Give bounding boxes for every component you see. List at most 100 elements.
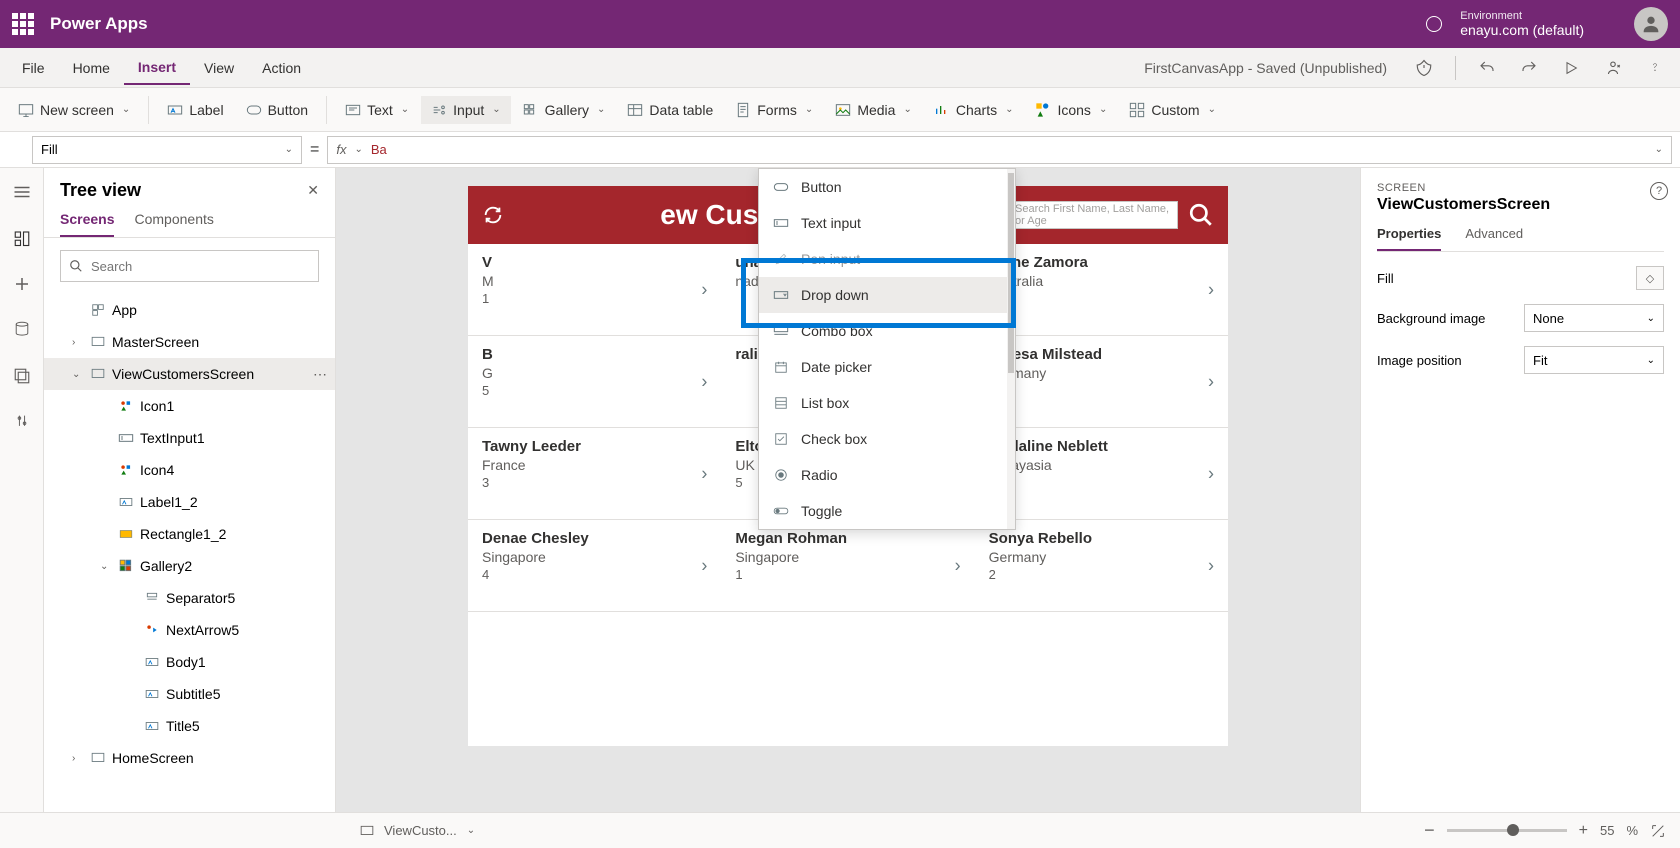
tree-node[interactable]: Label1_2⋯	[44, 486, 335, 518]
tab-properties[interactable]: Properties	[1377, 226, 1441, 251]
zoom-out-icon[interactable]: −	[1424, 820, 1435, 841]
chevron-right-icon[interactable]: ›	[1208, 371, 1214, 392]
formula-input[interactable]: fx ⌄ Ba ⌄	[327, 136, 1672, 164]
environment-picker[interactable]: Environment enayu.com (default)	[1460, 10, 1584, 38]
icons-menu[interactable]: Icons⌄	[1025, 96, 1117, 124]
app-launcher-icon[interactable]	[12, 13, 34, 35]
media-menu[interactable]: Media⌄	[825, 96, 922, 124]
custom-menu[interactable]: Custom⌄	[1119, 96, 1226, 124]
forms-menu[interactable]: Forms⌄	[725, 96, 823, 124]
zoom-in-icon[interactable]: +	[1579, 822, 1588, 840]
menu-view[interactable]: View	[190, 52, 248, 84]
property-selector[interactable]: Fill ⌄	[32, 136, 302, 164]
chevron-right-icon[interactable]: ›	[1208, 279, 1214, 300]
chevron-right-icon[interactable]: ›	[701, 555, 707, 576]
tree-node[interactable]: App⋯	[44, 294, 335, 326]
rail-advanced-icon[interactable]	[8, 408, 36, 436]
charts-menu[interactable]: Charts⌄	[924, 96, 1024, 124]
dropdown-item-pen[interactable]: Pen input	[759, 241, 1015, 277]
chevron-right-icon[interactable]: ›	[1208, 555, 1214, 576]
tree-node[interactable]: ⌄ViewCustomersScreen⋯	[44, 358, 335, 390]
new-screen-button[interactable]: New screen⌄	[8, 96, 140, 124]
rail-insert-icon[interactable]	[8, 270, 36, 298]
gallery-menu[interactable]: Gallery⌄	[513, 96, 616, 124]
chevron-right-icon[interactable]: ›	[701, 463, 707, 484]
tree-node[interactable]: ⌄Gallery2⋯	[44, 550, 335, 582]
tree-node[interactable]: ›MasterScreen⋯	[44, 326, 335, 358]
input-menu[interactable]: Input⌄	[421, 96, 511, 124]
canvas-search-input[interactable]: Search First Name, Last Name, or Age	[1008, 201, 1178, 229]
tree-node[interactable]: TextInput1⋯	[44, 422, 335, 454]
tree-node[interactable]: Body1⋯	[44, 646, 335, 678]
tree-node[interactable]: ›HomeScreen⋯	[44, 742, 335, 774]
fill-color-picker[interactable]: ◇	[1636, 266, 1664, 290]
refresh-icon[interactable]	[482, 204, 504, 226]
image-position-select[interactable]: Fit⌄	[1524, 346, 1664, 374]
redo-icon[interactable]	[1512, 51, 1546, 85]
dropdown-item-textinput[interactable]: Text input	[759, 205, 1015, 241]
tree-search-input[interactable]	[91, 259, 310, 274]
help-icon[interactable]	[1638, 51, 1672, 85]
play-icon[interactable]	[1554, 51, 1588, 85]
chevron-down-icon[interactable]: ⌄	[72, 369, 84, 380]
dropdown-item-check[interactable]: Check box	[759, 421, 1015, 457]
menu-home[interactable]: Home	[59, 52, 124, 84]
dropdown-item-toggle[interactable]: Toggle	[759, 493, 1015, 529]
undo-icon[interactable]	[1470, 51, 1504, 85]
dropdown-item-radio[interactable]: Radio	[759, 457, 1015, 493]
tree-node[interactable]: Subtitle5⋯	[44, 678, 335, 710]
customer-card[interactable]: Megan RohmanSingapore1›	[721, 520, 974, 612]
rail-media-icon[interactable]	[8, 362, 36, 390]
tree-node[interactable]: NextArrow5⋯	[44, 614, 335, 646]
customer-card[interactable]: Denae ChesleySingapore4›	[468, 520, 721, 612]
dropdown-item-date[interactable]: Date picker	[759, 349, 1015, 385]
text-menu[interactable]: Text⌄	[335, 96, 419, 124]
fit-to-screen-icon[interactable]	[1650, 823, 1666, 839]
bg-image-select[interactable]: None⌄	[1524, 304, 1664, 332]
dropdown-scrollbar[interactable]	[1007, 169, 1015, 529]
close-icon[interactable]: ✕	[307, 182, 319, 199]
share-icon[interactable]	[1596, 51, 1630, 85]
menu-action[interactable]: Action	[248, 52, 315, 84]
rail-data-icon[interactable]	[8, 316, 36, 344]
dropdown-item-list[interactable]: List box	[759, 385, 1015, 421]
rail-hamburger-icon[interactable]	[8, 178, 36, 206]
customer-card[interactable]: VM1›	[468, 244, 721, 336]
tree-node[interactable]: Rectangle1_2⋯	[44, 518, 335, 550]
button-button[interactable]: Button	[236, 96, 318, 124]
help-icon[interactable]: ?	[1650, 182, 1668, 200]
tree-node[interactable]: Icon1⋯	[44, 390, 335, 422]
chevron-right-icon[interactable]: ›	[701, 279, 707, 300]
label-button[interactable]: Label	[157, 96, 233, 124]
chevron-right-icon[interactable]: ›	[72, 753, 84, 764]
user-avatar[interactable]	[1634, 7, 1668, 41]
menu-insert[interactable]: Insert	[124, 51, 190, 85]
chevron-right-icon[interactable]: ›	[1208, 463, 1214, 484]
chevron-right-icon[interactable]: ›	[701, 371, 707, 392]
zoom-slider[interactable]	[1447, 829, 1567, 832]
customer-card[interactable]: Tawny LeederFrance3›	[468, 428, 721, 520]
tree-node[interactable]: Icon4⋯	[44, 454, 335, 486]
tab-advanced[interactable]: Advanced	[1465, 226, 1523, 251]
tab-components[interactable]: Components	[134, 211, 213, 237]
dropdown-item-button[interactable]: Button	[759, 169, 1015, 205]
selection-breadcrumb[interactable]: ViewCusto...	[384, 823, 457, 838]
chevron-right-icon[interactable]: ›	[955, 555, 961, 576]
chevron-right-icon[interactable]: ›	[72, 337, 84, 348]
tree-node[interactable]: Separator5⋯	[44, 582, 335, 614]
dropdown-item-dropdown[interactable]: Drop down	[759, 277, 1015, 313]
chevron-down-icon[interactable]: ⌄	[100, 561, 112, 572]
customer-card[interactable]: Sonya RebelloGermany2›	[975, 520, 1228, 612]
more-icon[interactable]: ⋯	[313, 366, 327, 383]
rail-tree-view-icon[interactable]	[8, 224, 36, 252]
search-icon[interactable]	[1188, 202, 1214, 228]
data-table-button[interactable]: Data table	[617, 96, 723, 124]
app-checker-icon[interactable]	[1407, 51, 1441, 85]
tab-screens[interactable]: Screens	[60, 211, 114, 237]
dropdown-item-combo[interactable]: Combo box	[759, 313, 1015, 349]
tree-node[interactable]: Title5⋯	[44, 710, 335, 742]
chevron-down-icon[interactable]: ⌄	[467, 825, 475, 836]
customer-card[interactable]: BG5›	[468, 336, 721, 428]
menu-file[interactable]: File	[8, 52, 59, 84]
tree-search[interactable]	[60, 250, 319, 282]
